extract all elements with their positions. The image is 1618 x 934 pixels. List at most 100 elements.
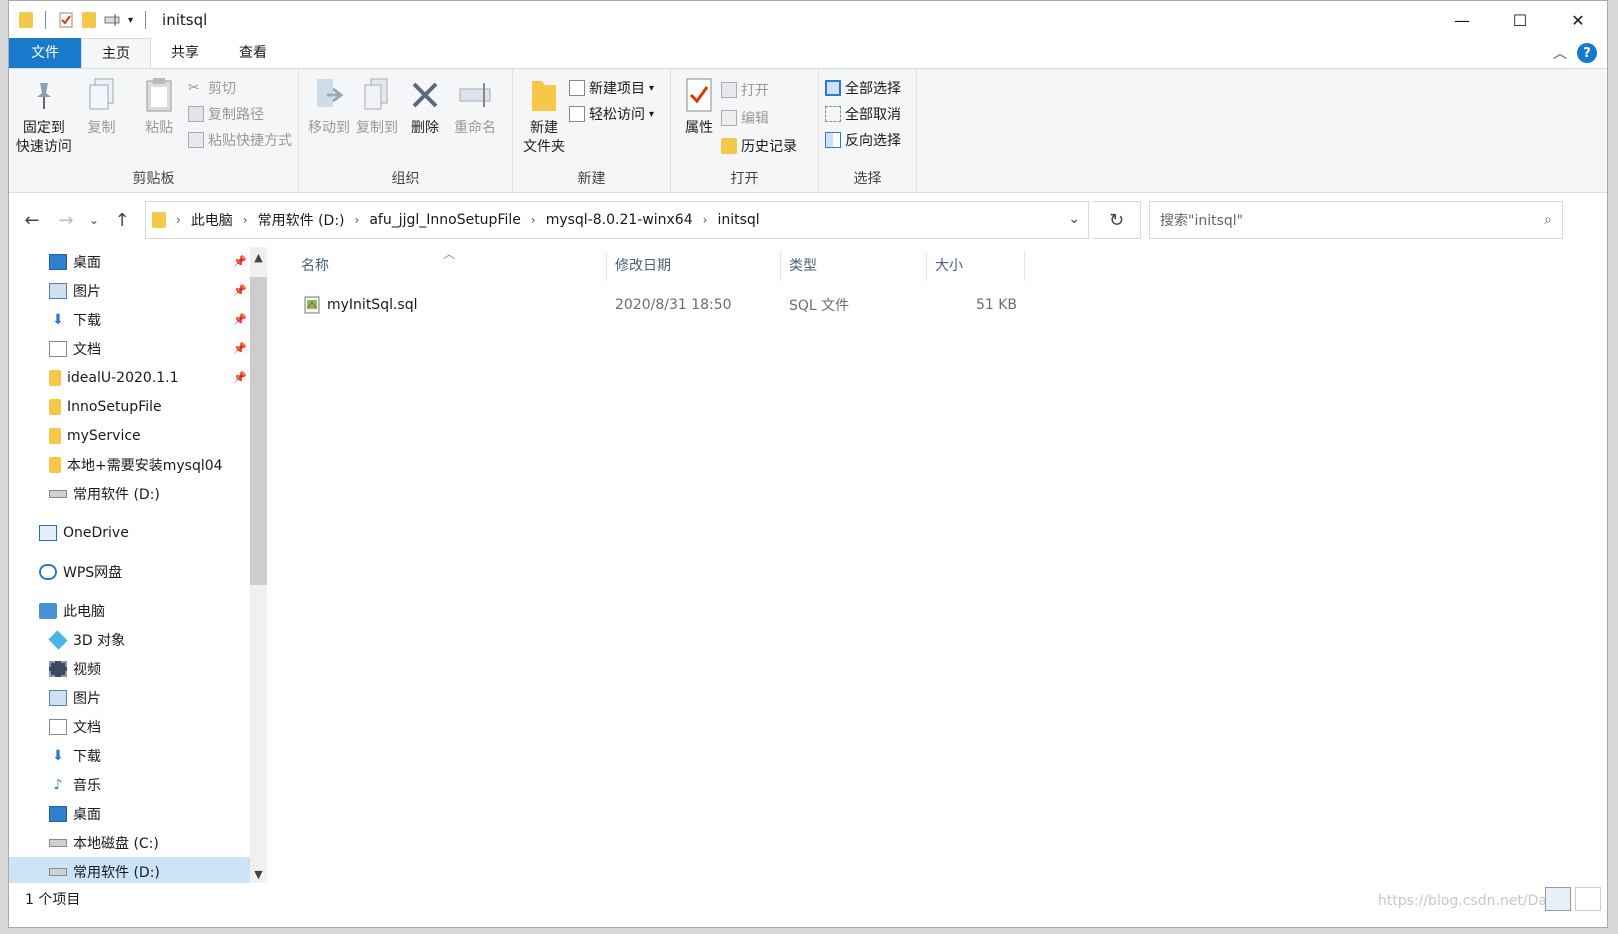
chevron-down-icon: ▾ (649, 108, 655, 120)
file-row[interactable]: myInitSql.sql 2020/8/31 18:50 SQL 文件 51 … (293, 291, 1607, 319)
rename-icon[interactable] (104, 12, 120, 28)
sort-ascending-icon: ︿ (443, 247, 456, 261)
copy-path-button[interactable]: 复制路径 (188, 103, 292, 125)
copy-path-icon (188, 106, 205, 122)
computer-icon (39, 602, 57, 619)
sidebar-item-qa-1[interactable]: 图片 📌 (9, 276, 267, 305)
scroll-down-icon[interactable]: ▼ (250, 868, 267, 881)
divider (45, 11, 46, 29)
tab-file[interactable]: 文件 (9, 38, 81, 68)
column-type[interactable]: 类型 (781, 251, 927, 281)
chevron-down-icon[interactable]: ⌄ (1068, 211, 1080, 227)
forward-button[interactable]: → (51, 210, 81, 231)
chevron-right-icon[interactable]: › (243, 213, 248, 227)
window-controls: — ☐ ✕ (1433, 1, 1607, 39)
chevron-down-icon[interactable]: ▾ (128, 15, 133, 26)
scroll-up-icon[interactable]: ▲ (250, 251, 267, 264)
new-folder-icon[interactable] (82, 12, 96, 28)
breadcrumb-mysql[interactable]: mysql-8.0.21-winx64 (546, 212, 693, 228)
documents-icon (49, 340, 67, 357)
sidebar-item-qa-4[interactable]: idealU-2020.1.1 📌 (9, 363, 267, 392)
breadcrumb-this-pc[interactable]: 此电脑 (191, 210, 233, 230)
pin-icon[interactable]: 📌 (233, 342, 247, 355)
breadcrumb-initsql[interactable]: initsql (717, 212, 759, 228)
minimize-button[interactable]: — (1433, 1, 1491, 39)
sidebar-item-pc-8[interactable]: 常用软件 (D:) (9, 857, 267, 883)
close-button[interactable]: ✕ (1549, 1, 1607, 39)
pin-icon[interactable]: 📌 (233, 313, 247, 326)
large-icons-view-button[interactable] (1575, 887, 1601, 911)
select-none-button[interactable]: 全部取消 (825, 103, 901, 125)
sidebar-item-pc-0[interactable]: 3D 对象 (9, 625, 267, 654)
sidebar-item-pc-5[interactable]: ♪ 音乐 (9, 770, 267, 799)
pin-icon[interactable]: 📌 (233, 284, 247, 297)
quick-access-toolbar: ▾ initsql (9, 11, 207, 29)
sidebar-item-pc-3[interactable]: 文档 (9, 712, 267, 741)
tab-view[interactable]: 查看 (219, 38, 287, 68)
select-all-button[interactable]: 全部选择 (825, 77, 901, 99)
paste-shortcut-button[interactable]: 粘贴快捷方式 (188, 129, 292, 151)
chevron-right-icon[interactable]: › (355, 213, 360, 227)
sidebar-item-qa-0[interactable]: 桌面 📌 (9, 247, 267, 276)
scroll-thumb[interactable] (250, 277, 267, 585)
pin-icon[interactable]: 📌 (233, 255, 247, 268)
chevron-down-icon: ▾ (649, 82, 655, 94)
column-name[interactable]: ︿ 名称 (293, 247, 607, 281)
breadcrumb-afu[interactable]: afu_jjgl_InnoSetupFile (369, 212, 521, 228)
search-input[interactable]: 搜索"initsql" ⌕ (1149, 201, 1563, 239)
sidebar-item-qa-5[interactable]: InnoSetupFile (9, 392, 267, 421)
sidebar-item-qa-6[interactable]: myService (9, 421, 267, 450)
chevron-right-icon[interactable]: › (703, 213, 708, 227)
sidebar-item-qa-3[interactable]: 文档 📌 (9, 334, 267, 363)
sidebar-item-pc-4[interactable]: ⬇ 下载 (9, 741, 267, 770)
sidebar-item-label: 本地+需要安装mysql04 (67, 457, 223, 474)
edit-button[interactable]: 编辑 (721, 107, 797, 129)
nav-this-pc[interactable]: 此电脑 (9, 596, 267, 625)
nav-wps[interactable]: WPS网盘 (9, 557, 267, 586)
download-icon: ⬇ (52, 747, 64, 764)
tab-share[interactable]: 共享 (151, 38, 219, 68)
sidebar-item-pc-6[interactable]: 桌面 (9, 799, 267, 828)
sidebar-item-label: 常用软件 (D:) (73, 864, 160, 881)
sidebar-item-qa-7[interactable]: 本地+需要安装mysql04 (9, 450, 267, 479)
history-button[interactable]: 历史记录 (721, 135, 797, 157)
maximize-button[interactable]: ☐ (1491, 1, 1549, 39)
column-size[interactable]: 大小 (927, 251, 1025, 281)
easy-access-button[interactable]: 轻松访问 ▾ (569, 103, 654, 125)
properties-check-icon[interactable] (58, 12, 74, 28)
help-icon[interactable]: ? (1577, 43, 1597, 63)
paste-icon (146, 78, 172, 112)
invert-selection-button[interactable]: 反向选择 (825, 129, 901, 151)
column-modified[interactable]: 修改日期 (607, 251, 781, 281)
breadcrumb-drive-d[interactable]: 常用软件 (D:) (258, 210, 345, 230)
open-button[interactable]: 打开 (721, 79, 797, 101)
cloud-icon (39, 563, 57, 580)
tab-home[interactable]: 主页 (81, 38, 151, 68)
sidebar-item-label: 视频 (73, 661, 101, 678)
sidebar-item-pc-1[interactable]: 视频 (9, 654, 267, 683)
sidebar-item-pc-7[interactable]: 本地磁盘 (C:) (9, 828, 267, 857)
collapse-ribbon-icon[interactable]: ︿ (1553, 43, 1567, 63)
address-bar[interactable]: › 此电脑 › 常用软件 (D:) › afu_jjgl_InnoSetupFi… (145, 201, 1089, 239)
new-item-button[interactable]: 新建项目 ▾ (569, 77, 654, 99)
select-none-icon (825, 106, 841, 122)
scissors-icon: ✂ (188, 80, 200, 96)
sidebar-item-label: 桌面 (73, 806, 101, 823)
chevron-right-icon[interactable]: › (531, 213, 536, 227)
cut-button[interactable]: ✂ 剪切 (188, 77, 292, 99)
nav-scrollbar[interactable]: ▲ ▼ (250, 247, 267, 883)
desktop-icon (49, 805, 67, 822)
sidebar-item-pc-2[interactable]: 图片 (9, 683, 267, 712)
refresh-button[interactable]: ↻ (1093, 201, 1141, 239)
sidebar-item-qa-8[interactable]: 常用软件 (D:) (9, 479, 267, 508)
details-view-button[interactable] (1545, 887, 1571, 911)
group-label: 打开 (730, 171, 759, 187)
sidebar-item-label: 图片 (73, 283, 101, 300)
nav-onedrive[interactable]: OneDrive (9, 518, 267, 547)
recent-locations-button[interactable]: ⌄ (85, 213, 103, 227)
up-button[interactable]: ↑ (107, 210, 137, 231)
desktop-icon (49, 253, 67, 270)
sidebar-item-qa-2[interactable]: ⬇ 下载 📌 (9, 305, 267, 334)
pin-icon[interactable]: 📌 (233, 371, 247, 384)
back-button[interactable]: ← (17, 210, 47, 231)
